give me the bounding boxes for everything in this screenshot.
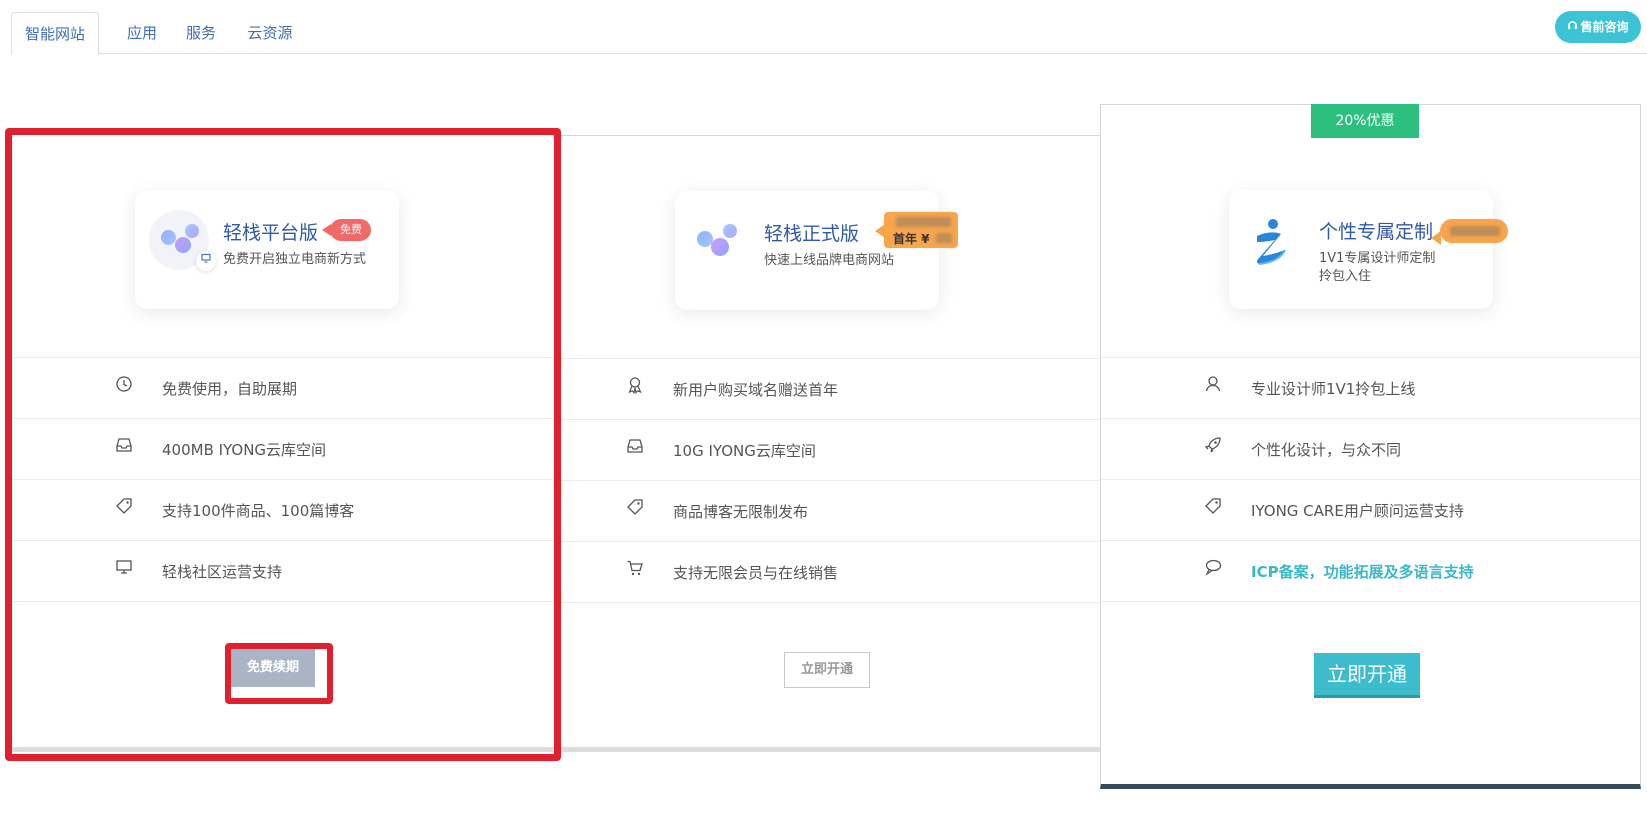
rocket-icon — [1204, 436, 1224, 456]
tag-icon — [626, 498, 646, 518]
inbox-icon — [115, 436, 135, 456]
activate-pro-button[interactable]: 立即开通 — [784, 652, 870, 688]
discount-tag: 20%优惠 — [1311, 104, 1419, 138]
feature-row: 支持无限会员与在线销售 — [553, 541, 1101, 602]
inbox-icon — [626, 437, 646, 457]
plan-subtitle: 免费开启独立电商新方式 — [223, 252, 367, 267]
tab-cloud-resources[interactable]: 云资源 — [239, 12, 301, 54]
brand-logo-icon — [1249, 218, 1293, 268]
monitor-icon — [115, 558, 135, 578]
feature-text: 免费使用，自助展期 — [162, 380, 298, 398]
feature-row: 400MB IYONG云库空间 — [12, 418, 553, 479]
award-icon — [626, 376, 646, 396]
free-badge: 免费 — [322, 219, 371, 241]
tab-smart-website[interactable]: 智能网站 — [11, 12, 99, 55]
monitor-icon — [196, 251, 216, 271]
feature-row: 个性化设计，与众不同 — [1101, 418, 1640, 479]
price-badge: 首年 ¥ — [875, 212, 958, 248]
feature-row: 新用户购买域名赠送首年 — [553, 358, 1101, 419]
tab-apps[interactable]: 应用 — [117, 12, 167, 54]
feature-text: 10G IYONG云库空间 — [673, 442, 816, 460]
plan-header-free: 轻栈平台版 免费 免费开启独立电商新方式 — [135, 190, 399, 309]
headphones-icon — [1567, 12, 1578, 44]
feature-text: IYONG CARE用户顾问运营支持 — [1251, 502, 1464, 520]
feature-row: 轻栈社区运营支持 — [12, 540, 553, 601]
feature-text: ICP备案，功能拓展及多语言支持 — [1251, 563, 1474, 581]
feature-text: 支持无限会员与在线销售 — [673, 564, 839, 582]
feature-row: 商品博客无限制发布 — [553, 480, 1101, 541]
feature-row: 免费使用，自助展期 — [12, 357, 553, 418]
feature-text: 400MB IYONG云库空间 — [162, 441, 327, 459]
price-badge — [1431, 219, 1508, 245]
feature-text: 新用户购买域名赠送首年 — [673, 381, 839, 399]
plan-header-custom: 个性专属定制 1V1专属设计师定制 拎包入住 — [1229, 190, 1508, 309]
feature-text: 专业设计师1V1拎包上线 — [1251, 380, 1416, 398]
feature-text: 个性化设计，与众不同 — [1251, 441, 1402, 459]
feature-row: ICP备案，功能拓展及多语言支持 — [1101, 540, 1640, 601]
feature-text: 支持100件商品、100篇博客 — [162, 502, 355, 520]
feature-row: 支持100件商品、100篇博客 — [12, 479, 553, 540]
clock-icon — [115, 375, 135, 395]
feature-text: 轻栈社区运营支持 — [162, 563, 283, 581]
tab-bar: 智能网站 应用 服务 云资源 — [11, 12, 1647, 55]
free-renew-button[interactable]: 免费续期 — [231, 649, 315, 687]
price-badge-label: 首年 ¥ — [893, 232, 930, 246]
plan-header-pro: 轻栈正式版 首年 ¥ 快速上线品牌电商网站 — [675, 191, 958, 310]
tag-icon — [1204, 497, 1224, 517]
plan-title: 个性专属定制 — [1319, 221, 1434, 243]
plan-subtitle-line1: 1V1专属设计师定制 — [1319, 251, 1436, 266]
presale-consult-button[interactable]: 售前咨询 — [1555, 11, 1641, 43]
plan-title: 轻栈平台版 — [223, 222, 319, 244]
tag-icon — [115, 497, 135, 517]
presale-consult-label: 售前咨询 — [1580, 20, 1629, 34]
plan-subtitle-line2: 拎包入住 — [1319, 269, 1372, 284]
feature-text: 商品博客无限制发布 — [673, 503, 809, 521]
feature-row: 10G IYONG云库空间 — [553, 419, 1101, 480]
user-icon — [1204, 375, 1224, 395]
activate-custom-button[interactable]: 立即开通 — [1314, 653, 1420, 698]
plan-subtitle: 快速上线品牌电商网站 — [764, 253, 895, 268]
chat-icon — [1204, 558, 1224, 578]
bubble-logo-icon — [693, 219, 749, 275]
feature-row: 专业设计师1V1拎包上线 — [1101, 357, 1640, 418]
feature-row: IYONG CARE用户顾问运营支持 — [1101, 479, 1640, 540]
tab-services[interactable]: 服务 — [176, 12, 226, 54]
plan-title: 轻栈正式版 — [764, 223, 860, 245]
cart-icon — [626, 559, 646, 579]
